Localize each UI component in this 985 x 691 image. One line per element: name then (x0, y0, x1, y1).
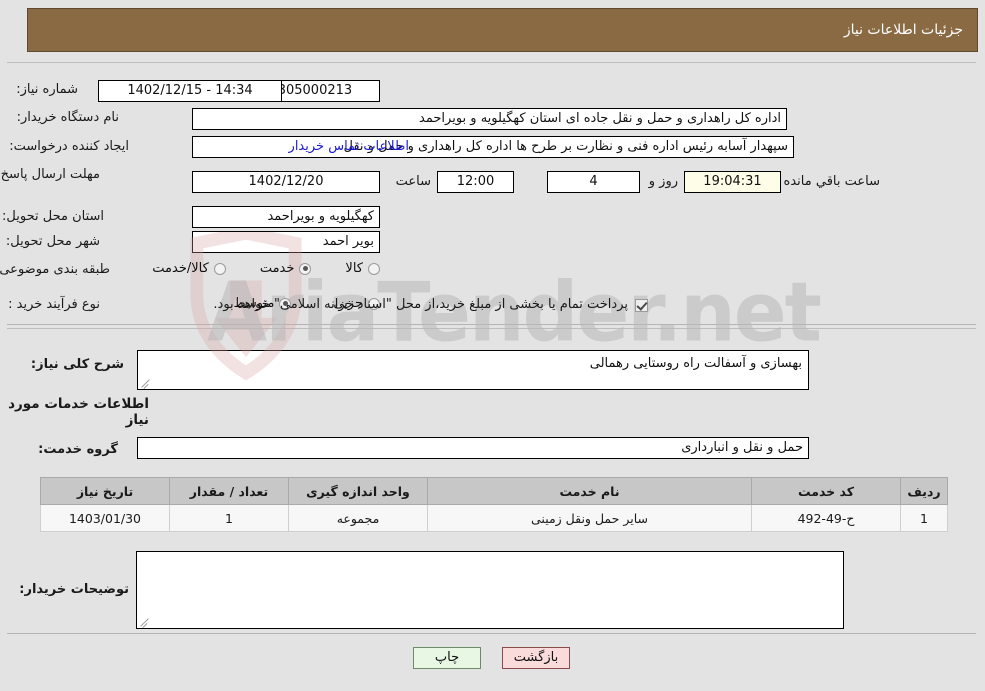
cell-name: سایر حمل ونقل زمینی (428, 504, 753, 532)
table-header-unit: واحد اندازه گیری (289, 477, 429, 505)
table-header-need-date: تاریخ نیاز (41, 477, 171, 505)
radio-circle-icon[interactable] (300, 262, 313, 275)
remaining-time-value: 19:04:31 (685, 171, 782, 193)
resize-grip-icon[interactable] (140, 615, 152, 627)
table-header-quantity: تعداد / مقدار (170, 477, 290, 505)
category-radio-khedmat[interactable]: خدمت (261, 261, 313, 276)
checkbox-icon[interactable] (636, 298, 649, 312)
category-radio-kala[interactable]: کالا (346, 261, 381, 276)
buyer-notes-textarea[interactable] (137, 551, 845, 629)
days-and-label: روز و (649, 174, 679, 189)
requester-value: سپهدار آسابه رئیس اداره فنی و نظارت بر ط… (193, 136, 795, 158)
buyer-notes-value (138, 552, 844, 556)
table-header-code: کد خدمت (752, 477, 902, 505)
services-table: ردیف کد خدمت نام خدمت واحد اندازه گیری ت… (41, 477, 949, 532)
cell-unit: مجموعه (289, 504, 429, 532)
service-group-label: گروه خدمت: (39, 442, 119, 457)
print-button[interactable]: چاپ (414, 647, 482, 669)
city-value: بویر احمد (193, 231, 381, 253)
services-info-heading: اطلاعات خدمات مورد نیاز (9, 396, 150, 428)
table-header-name: نام خدمت (428, 477, 753, 505)
buyer-org-value: اداره کل راهداری و حمل و نقل جاده ای است… (193, 108, 788, 130)
remaining-days-value: 4 (548, 171, 641, 193)
general-desc-value: بهسازی و آسفالت راه روستایی رهمالی (590, 356, 803, 371)
treasury-checkbox-label: پرداخت تمام یا بخشی از مبلغ خرید،از محل … (214, 297, 629, 312)
radio-circle-icon[interactable] (214, 262, 227, 275)
category-radio-group: کالا خدمت کالا/خدمت (153, 261, 381, 276)
category-option-label: کالا (346, 261, 364, 276)
category-option-label: خدمت (260, 261, 296, 276)
action-button-bar: بازگشت چاپ (0, 647, 985, 669)
cell-code: ح-49-492 (752, 504, 902, 532)
general-desc-textarea[interactable]: بهسازی و آسفالت راه روستایی رهمالی (138, 350, 810, 390)
buyer-notes-label: توضیحات خریدار: (20, 582, 130, 597)
hour-label: ساعت (396, 174, 432, 189)
table-header-radif: ردیف (901, 477, 949, 505)
service-group-value: حمل و نقل و انبارداری (138, 437, 810, 459)
province-value: کهگیلویه و بویراحمد (193, 206, 381, 228)
treasury-checkbox-row[interactable]: پرداخت تمام یا بخشی از مبلغ خرید،از محل … (214, 297, 649, 313)
cell-radif: 1 (901, 504, 949, 532)
cell-quantity: 1 (170, 504, 290, 532)
services-table-wrapper: ردیف کد خدمت نام خدمت واحد اندازه گیری ت… (41, 477, 949, 532)
general-desc-label: شرح کلی نیاز: (31, 357, 125, 372)
deadline-time-value: 12:00 (438, 171, 515, 193)
cell-need-date: 1403/01/30 (41, 504, 171, 532)
resize-grip-icon[interactable] (141, 376, 153, 388)
table-header-row: ردیف کد خدمت نام خدمت واحد اندازه گیری ت… (41, 477, 949, 505)
deadline-date-value: 1402/12/20 (193, 171, 381, 193)
page-title-bar: جزئیات اطلاعات نیاز (28, 8, 979, 52)
public-announce-value: 14:34 - 1402/12/15 (99, 80, 283, 102)
category-radio-kala-khedmat[interactable]: کالا/خدمت (153, 261, 227, 276)
buyer-contact-link[interactable]: اطلاعات تماس خریدار (290, 139, 410, 154)
table-row: 1 ح-49-492 سایر حمل ونقل زمینی مجموعه 1 … (41, 504, 949, 532)
remaining-suffix-label: ساعت باقي مانده (784, 174, 881, 189)
back-button[interactable]: بازگشت (503, 647, 571, 669)
category-option-label: کالا/خدمت (153, 261, 210, 276)
radio-circle-icon[interactable] (369, 262, 381, 275)
page-title: جزئیات اطلاعات نیاز (844, 22, 964, 38)
